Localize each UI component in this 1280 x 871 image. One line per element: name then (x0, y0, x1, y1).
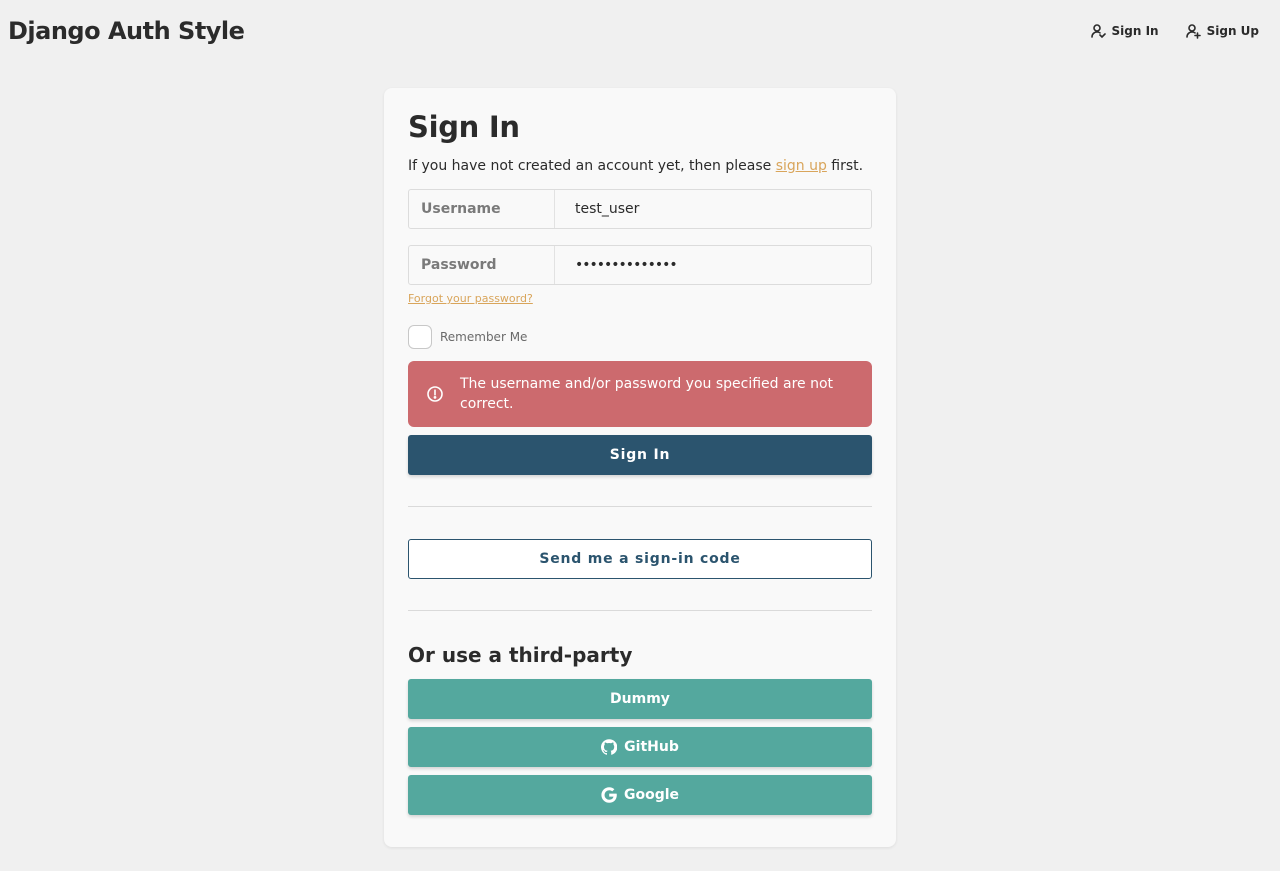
remember-me[interactable]: Remember Me (408, 325, 527, 349)
divider (408, 506, 872, 507)
remember-me-label: Remember Me (440, 330, 528, 344)
google-provider-label: Google (623, 787, 680, 803)
nav-sign-in-link[interactable]: Sign In (1090, 23, 1159, 39)
error-message: The username and/or password you specifi… (460, 376, 834, 412)
remember-me-checkbox[interactable] (408, 325, 432, 349)
third-party-title: Or use a third-party (408, 643, 633, 667)
send-code-button[interactable]: Send me a sign-in code (408, 539, 872, 579)
google-provider-button[interactable]: Google (408, 775, 872, 815)
password-label: Password (409, 246, 555, 284)
username-label: Username (409, 190, 555, 228)
alert-circle-icon (427, 386, 443, 402)
nav-sign-in-label: Sign In (1111, 24, 1159, 38)
brand-title[interactable]: Django Auth Style (8, 17, 245, 45)
github-provider-button[interactable]: GitHub (408, 727, 872, 767)
sign-up-link[interactable]: sign up (776, 158, 827, 174)
nav-sign-up-label: Sign Up (1206, 24, 1259, 38)
forgot-password-link[interactable]: Forgot your password? (408, 292, 533, 305)
username-field[interactable]: Username test_user (408, 189, 872, 229)
github-provider-label: GitHub (624, 739, 679, 755)
intro-text-before: If you have not created an account yet, … (408, 158, 776, 174)
username-input[interactable]: test_user (555, 201, 639, 217)
password-input[interactable]: •••••••••••••• (555, 257, 678, 273)
nav-sign-up-link[interactable]: Sign Up (1185, 23, 1259, 39)
divider (408, 610, 872, 611)
dummy-provider-button[interactable]: Dummy (408, 679, 872, 719)
user-icon (1090, 24, 1106, 39)
intro-text: If you have not created an account yet, … (408, 158, 863, 174)
error-alert: The username and/or password you specifi… (408, 361, 872, 427)
github-icon (601, 739, 618, 755)
dummy-provider-label: Dummy (610, 691, 670, 707)
user-plus-icon (1185, 24, 1201, 39)
top-header: Django Auth Style Sign In Sign Up (0, 0, 1280, 66)
sign-in-button[interactable]: Sign In (408, 435, 872, 475)
top-nav: Sign In Sign Up (1090, 23, 1259, 39)
sign-in-card: Sign In If you have not created an accou… (384, 88, 896, 847)
password-field[interactable]: Password •••••••••••••• (408, 245, 872, 285)
page-title: Sign In (408, 110, 520, 144)
google-icon (601, 787, 617, 803)
intro-text-after: first. (826, 158, 864, 174)
